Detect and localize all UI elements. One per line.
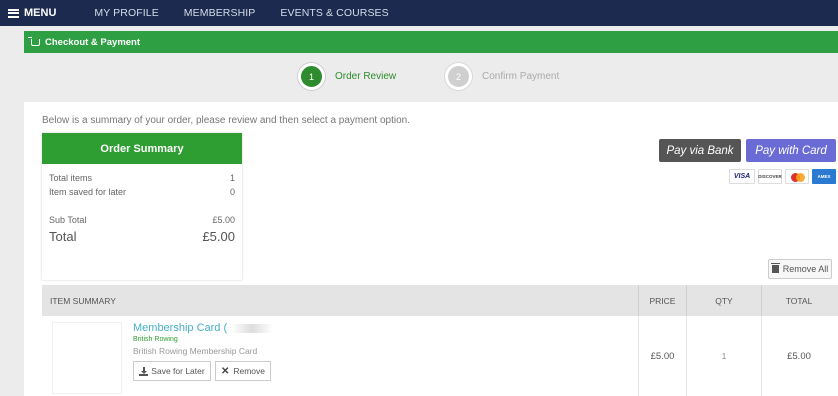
step-number: 1	[298, 63, 325, 90]
subtotal-label: Sub Total	[49, 215, 87, 225]
checkout-panel: Checkout & Payment 1 Order Review 2 Conf…	[24, 31, 838, 396]
header-total: TOTAL	[761, 285, 836, 316]
header-price: PRICE	[638, 285, 686, 316]
table-header: ITEM SUMMARY PRICE QTY TOTAL	[42, 285, 838, 316]
item-description: British Rowing Membership Card	[133, 346, 258, 356]
remove-all-button[interactable]: Remove All	[768, 259, 832, 279]
accepted-cards: VISA DISCOVER AMEX	[729, 169, 836, 184]
total-items-label: Total items	[49, 173, 93, 183]
step-number: 2	[445, 63, 472, 90]
subtotal-row: Sub Total £5.00	[49, 215, 235, 225]
item-title[interactable]: Membership Card (	[133, 322, 274, 334]
total-label: Total	[49, 229, 77, 244]
total-items-row: Total items 1	[49, 173, 235, 183]
save-for-later-button[interactable]: Save for Later	[133, 361, 211, 381]
intro-text: Below is a summary of your order, please…	[42, 115, 410, 126]
top-navigation: MENU MY PROFILE MEMBERSHIP EVENTS & COUR…	[0, 0, 838, 26]
item-title-text: Membership Card (	[133, 322, 228, 334]
item-thumbnail	[52, 322, 122, 394]
trash-icon	[770, 263, 780, 273]
step-confirm-payment: 2 Confirm Payment	[445, 63, 559, 90]
item-table: ITEM SUMMARY PRICE QTY TOTAL Membership …	[42, 285, 838, 396]
save-for-later-label: Save for Later	[151, 366, 205, 376]
header-item-summary: ITEM SUMMARY	[50, 295, 116, 306]
saved-items-label: Item saved for later	[49, 187, 127, 197]
total-row: Total £5.00	[49, 229, 235, 244]
order-summary-title: Order Summary	[42, 133, 242, 164]
nav-my-profile[interactable]: MY PROFILE	[94, 7, 158, 19]
remove-all-label: Remove All	[782, 264, 829, 274]
remove-label: Remove	[233, 366, 266, 376]
step-order-review: 1 Order Review	[298, 63, 396, 90]
mastercard-icon	[785, 169, 809, 184]
checkout-stepper: 1 Order Review 2 Confirm Payment	[24, 53, 838, 102]
item-qty: 1	[686, 316, 761, 396]
item-total: £5.00	[761, 316, 836, 396]
pay-with-card-button[interactable]: Pay with Card	[746, 139, 836, 162]
panel-title: Checkout & Payment	[45, 36, 141, 48]
discover-card-icon: DISCOVER	[758, 169, 782, 184]
header-qty: QTY	[686, 285, 761, 316]
total-items-value: 1	[229, 173, 235, 183]
pay-via-bank-button[interactable]: Pay via Bank	[659, 139, 741, 162]
step-label: Order Review	[335, 71, 397, 82]
saved-items-row: Item saved for later 0	[49, 187, 235, 197]
saved-items-value: 0	[229, 187, 235, 197]
panel-header: Checkout & Payment	[24, 31, 838, 53]
visa-card-icon: VISA	[729, 169, 755, 184]
step-label: Confirm Payment	[482, 71, 560, 82]
nav-events-courses[interactable]: EVENTS & COURSES	[280, 7, 388, 19]
redacted-text	[231, 323, 274, 333]
item-price: £5.00	[638, 316, 686, 396]
table-row: Membership Card ( British Rowing British…	[42, 316, 838, 396]
close-icon: ✕	[220, 365, 230, 377]
subtotal-value: £5.00	[212, 215, 235, 225]
item-organisation: British Rowing	[133, 336, 178, 343]
cart-icon	[28, 36, 40, 46]
nav-membership[interactable]: MEMBERSHIP	[184, 7, 256, 19]
amex-card-icon: AMEX	[812, 169, 836, 184]
item-cell: Membership Card ( British Rowing British…	[42, 316, 638, 396]
download-icon	[139, 366, 149, 376]
order-summary: Order Summary Total items 1 Item saved f…	[42, 133, 242, 280]
total-value: £5.00	[202, 229, 235, 244]
hamburger-icon	[8, 8, 19, 18]
menu-button[interactable]: MENU	[0, 7, 56, 19]
remove-item-button[interactable]: ✕ Remove	[215, 361, 271, 381]
menu-label: MENU	[24, 7, 57, 19]
